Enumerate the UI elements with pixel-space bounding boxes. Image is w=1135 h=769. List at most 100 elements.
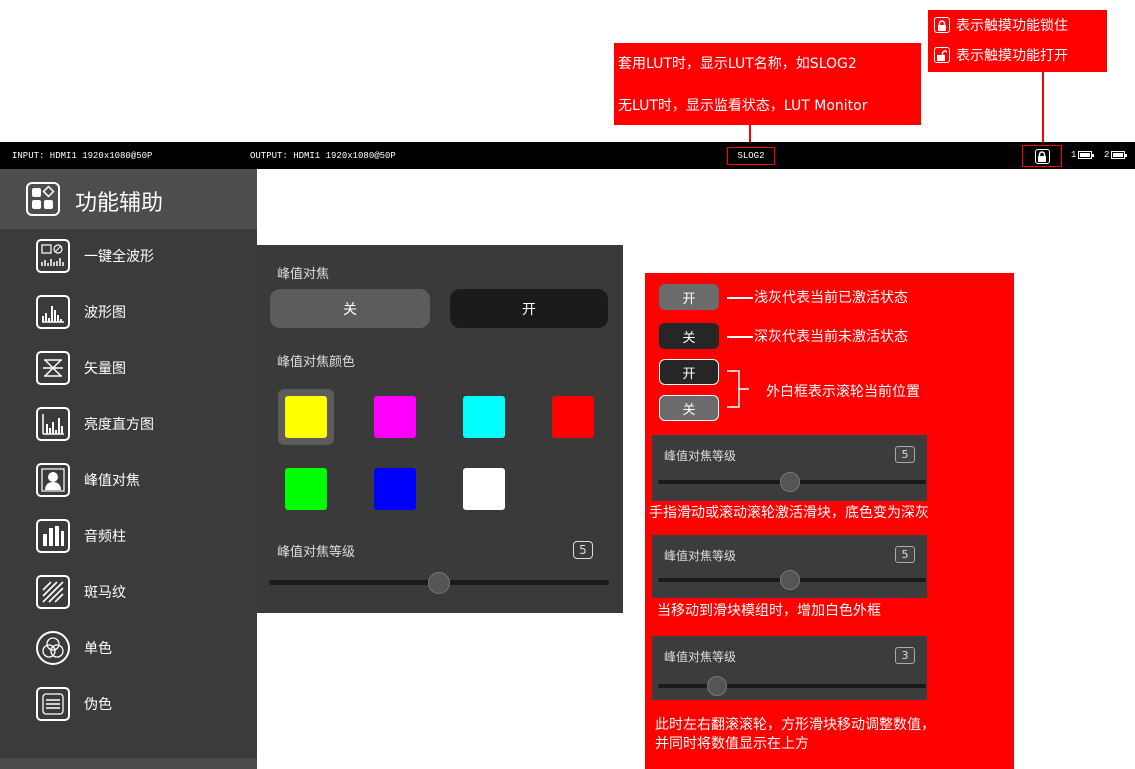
peaking-icon [36,463,70,497]
sidebar-item-audio-meter[interactable]: 音频柱 [0,509,257,565]
sidebar-header[interactable]: 功能辅助 [0,169,257,229]
legend-slider-knob [780,472,800,492]
lut-annotation-line1: 套用LUT时，显示LUT名称，如SLOG2 [618,56,857,72]
legend-connector [727,297,753,299]
color-swatch-red[interactable] [545,389,601,445]
legend-annotation: 开 浅灰代表当前已激活状态 关 深灰代表当前未激活状态 开 关 外白框表示滚轮当… [645,273,1014,769]
peaking-level-value: 5 [573,541,593,559]
sidebar-item-mono[interactable]: 单色 [0,621,257,677]
histogram-icon [36,407,70,441]
sidebar-item-waveform-all[interactable]: 一键全波形 [0,229,257,285]
sidebar-bottom-bar [0,758,257,769]
legend-light-desc: 浅灰代表当前已激活状态 [754,290,908,306]
color-swatch-magenta[interactable] [367,389,423,445]
legend-slider-track [658,684,926,688]
sidebar-item-label: 斑马纹 [84,585,126,601]
sidebar-item-label: 波形图 [84,305,126,321]
legend-frame-off-button: 关 [659,395,719,421]
peaking-level-slider-knob[interactable] [428,572,450,594]
peaking-level-label: 峰值对焦等级 [277,545,356,560]
waveform-all-icon [36,239,70,273]
sidebar-item-histogram[interactable]: 亮度直方图 [0,397,257,453]
color-swatch-fill [463,396,505,438]
battery-2: 2 [1104,150,1128,160]
battery-1-label: 1 [1071,150,1077,160]
legend-bracket [727,370,749,408]
color-swatch-fill [552,396,594,438]
legend-slider-knob [780,570,800,590]
legend-light-on-button: 开 [659,284,719,310]
legend-slider-title: 峰值对焦等级 [664,650,737,664]
color-swatch-yellow[interactable] [278,389,334,445]
legend-slider3-desc-line1: 此时左右翻滚滚轮，方形滑块移动调整数值， [655,717,935,733]
color-swatch-fill [374,468,416,510]
lock-connector [1042,72,1044,145]
lut-name: SLOG2 [737,151,765,161]
sidebar-item-vectorscope[interactable]: 矢量图 [0,341,257,397]
status-bar: INPUT: HDMI1 1920x1080@50P OUTPUT: HDMI1… [0,142,1135,169]
audio-meter-icon [36,519,70,553]
peaking-on-button[interactable]: 开 [450,289,608,328]
legend-slider3-desc-line2: 并同时将数值显示在上方 [655,736,809,752]
peaking-off-button[interactable]: 关 [270,289,430,328]
sidebar-item-label: 音频柱 [84,529,126,545]
legend-frame-desc: 外白框表示滚轮当前位置 [766,384,920,400]
lock-open-icon [934,47,950,63]
legend-slider-value: 5 [895,546,915,563]
color-swatch-white[interactable] [456,461,512,517]
lock-annotation: 表示触摸功能锁住 表示触摸功能打开 [928,10,1107,72]
peaking-panel: 峰值对焦 关 开 峰值对焦颜色 峰值对焦等级 5 [257,245,623,613]
color-swatch-fill [463,468,505,510]
sidebar-item-waveform[interactable]: 波形图 [0,285,257,341]
legend-slider-value: 5 [895,446,915,463]
battery-icon [1078,150,1095,159]
color-swatch-fill [285,468,327,510]
battery-icon [1111,150,1128,159]
color-swatch-cyan[interactable] [456,389,512,445]
input-info: INPUT: HDMI1 1920x1080@50P [12,151,153,161]
sidebar: 功能辅助 一键全波形 波形图 矢量图 亮度直方图 峰值对焦 音频柱 斑马纹 单色… [0,169,257,769]
legend-slider-title: 峰值对焦等级 [664,449,737,463]
color-swatch-fill [285,396,327,438]
legend-dark-off-button: 关 [659,323,719,349]
legend-slider-title: 峰值对焦等级 [664,549,737,563]
legend-slider2-desc: 当移动到滑块模组时，增加白色外框 [657,603,881,619]
vectorscope-icon [36,351,70,385]
function-assist-icon [26,182,60,216]
lut-annotation-line2: 无LUT时，显示监看状态，LUT Monitor [618,98,868,114]
waveform-icon [36,295,70,329]
color-swatch-green[interactable] [278,461,334,517]
sidebar-item-peaking[interactable]: 峰值对焦 [0,453,257,509]
lut-name-badge: SLOG2 [727,147,775,165]
sidebar-item-label: 亮度直方图 [84,417,154,433]
legend-slider-knob [707,676,727,696]
legend-connector [727,336,753,338]
touch-lock-button[interactable] [1022,145,1062,167]
battery-1: 1 [1071,150,1095,160]
false-color-icon [36,687,70,721]
legend-slider-2: 峰值对焦等级 5 [652,535,927,598]
sidebar-item-zebra[interactable]: 斑马纹 [0,565,257,621]
color-swatch-blue[interactable] [367,461,423,517]
legend-slider1-desc: 手指滑动或滚动滚轮激活滑块，底色变为深灰 [649,505,929,521]
legend-frame-on-button: 开 [659,359,719,385]
lock-closed-icon [934,17,950,33]
sidebar-item-label: 单色 [84,641,112,657]
legend-dark-desc: 深灰代表当前未激活状态 [754,329,908,345]
output-info: OUTPUT: HDMI1 1920x1080@50P [250,151,396,161]
lock-open-text: 表示触摸功能打开 [956,48,1068,64]
battery-2-label: 2 [1104,150,1110,160]
color-swatch-fill [374,396,416,438]
legend-slider-1: 峰值对焦等级 5 [652,435,927,501]
legend-slider-3: 峰值对焦等级 3 [652,636,927,700]
sidebar-item-label: 伪色 [84,697,112,713]
sidebar-item-label: 峰值对焦 [84,473,140,489]
sidebar-title: 功能辅助 [75,191,164,216]
legend-slider-value: 3 [895,647,915,664]
zebra-icon [36,575,70,609]
lock-closed-text: 表示触摸功能锁住 [956,18,1068,34]
peaking-label: 峰值对焦 [277,267,330,282]
sidebar-item-label: 矢量图 [84,361,126,377]
sidebar-item-false-color[interactable]: 伪色 [0,677,257,733]
lut-annotation: 套用LUT时，显示LUT名称，如SLOG2 无LUT时，显示监看状态，LUT M… [614,43,921,125]
